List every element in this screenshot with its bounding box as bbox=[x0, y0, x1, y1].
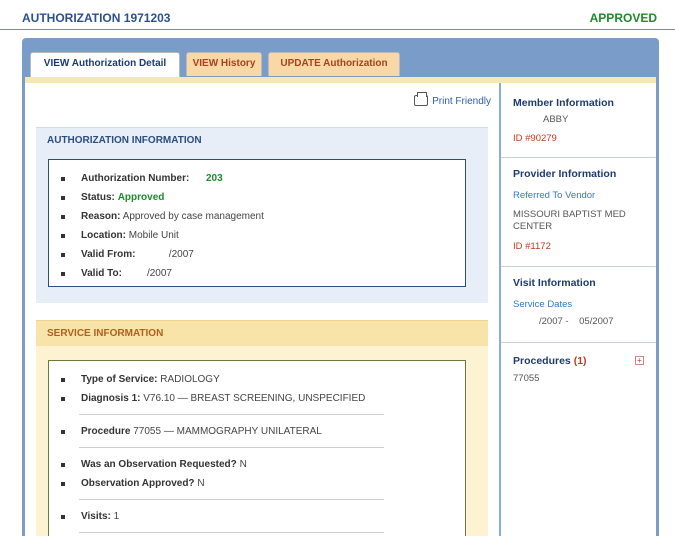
divider bbox=[79, 499, 384, 500]
service-dates-value: /2007 - 05/2007 bbox=[539, 316, 614, 327]
procedure-code: 77055 bbox=[513, 373, 540, 384]
member-id: ID #90279 bbox=[513, 133, 557, 144]
valid-to-value: /2007 bbox=[146, 268, 172, 279]
observation-approved-value: N bbox=[197, 478, 205, 489]
authorization-information-section: AUTHORIZATION INFORMATION Authorization … bbox=[36, 127, 488, 303]
main-column: Print Friendly AUTHORIZATION INFORMATION… bbox=[25, 83, 499, 536]
divider bbox=[501, 342, 656, 343]
list-item-diagnosis: Diagnosis 1: V76.10 — BREAST SCREENING, … bbox=[61, 393, 365, 404]
authorization-panel: VIEW Authorization Detail VIEW History U… bbox=[22, 38, 659, 536]
status-badge: APPROVED bbox=[589, 11, 657, 25]
tab-content: Print Friendly AUTHORIZATION INFORMATION… bbox=[25, 77, 656, 536]
tab-update-authorization[interactable]: UPDATE Authorization bbox=[268, 52, 400, 76]
valid-from-value: /2007 bbox=[168, 249, 194, 260]
sidebar: Member Information ABBY ID #90279 Provid… bbox=[499, 83, 656, 536]
divider bbox=[501, 157, 656, 158]
list-item-visits: Visits: 1 bbox=[61, 511, 119, 522]
provider-id: ID #1172 bbox=[513, 241, 551, 252]
section-title-service: SERVICE INFORMATION bbox=[36, 320, 488, 346]
provider-information-block: Provider Information Referred To Vendor … bbox=[501, 168, 656, 252]
expand-plus-icon[interactable]: + bbox=[635, 356, 644, 365]
tab-view-history[interactable]: VIEW History bbox=[186, 52, 262, 76]
type-of-service-value: RADIOLOGY bbox=[160, 374, 220, 385]
visit-information-title: Visit Information bbox=[513, 277, 596, 289]
divider bbox=[501, 266, 656, 267]
member-information-block: Member Information ABBY ID #90279 bbox=[501, 97, 656, 144]
service-details-box: Type of Service: RADIOLOGY Diagnosis 1: … bbox=[48, 360, 466, 536]
authorization-details-box: Authorization Number: 203 Status: Approv… bbox=[48, 159, 466, 287]
header-bar: AUTHORIZATION 1971203 APPROVED bbox=[0, 0, 675, 30]
referred-to-vendor-link[interactable]: Referred To Vendor bbox=[513, 190, 656, 201]
divider bbox=[79, 447, 384, 448]
list-item-valid-to: Valid To: /2007 bbox=[61, 268, 172, 279]
service-information-section: SERVICE INFORMATION Type of Service: RAD… bbox=[36, 320, 488, 536]
print-friendly-link[interactable]: Print Friendly bbox=[414, 92, 491, 107]
divider bbox=[79, 532, 384, 533]
section-title-authorization: AUTHORIZATION INFORMATION bbox=[36, 127, 488, 153]
service-dates-link[interactable]: Service Dates bbox=[513, 299, 656, 310]
member-information-title: Member Information bbox=[513, 97, 614, 109]
list-item-type-of-service: Type of Service: RADIOLOGY bbox=[61, 374, 220, 385]
list-item-auth-number: Authorization Number: 203 bbox=[61, 173, 223, 184]
observation-requested-value: N bbox=[239, 459, 247, 470]
diagnosis-value: V76.10 — BREAST SCREENING, UNSPECIFIED bbox=[143, 393, 366, 404]
member-name: ABBY bbox=[543, 114, 569, 125]
list-item-observation-requested: Was an Observation Requested? N bbox=[61, 459, 247, 470]
status-value: Approved bbox=[117, 192, 165, 203]
list-item-status: Status: Approved bbox=[61, 192, 164, 203]
list-item-valid-from: Valid From: /2007 bbox=[61, 249, 194, 260]
visit-information-block: Visit Information Service Dates /2007 - … bbox=[501, 277, 656, 327]
list-item-location: Location: Mobile Unit bbox=[61, 230, 179, 241]
divider bbox=[79, 414, 384, 415]
procedure-value: 77055 — MAMMOGRAPHY UNILATERAL bbox=[133, 426, 322, 437]
reason-value: Approved by case management bbox=[122, 211, 264, 222]
procedures-block: Procedures (1) + 77055 bbox=[501, 355, 656, 384]
list-item-observation-approved: Observation Approved? N bbox=[61, 478, 205, 489]
procedures-count: (1) bbox=[573, 355, 587, 367]
printer-icon bbox=[414, 92, 429, 106]
page-title: AUTHORIZATION 1971203 bbox=[22, 11, 171, 25]
visits-value: 1 bbox=[113, 511, 120, 522]
tab-view-authorization-detail[interactable]: VIEW Authorization Detail bbox=[30, 52, 180, 77]
auth-number-value: 203 bbox=[206, 173, 223, 184]
list-item-reason: Reason: Approved by case management bbox=[61, 211, 264, 222]
print-friendly-label: Print Friendly bbox=[432, 96, 491, 107]
provider-name: MISSOURI BAPTIST MED CENTER bbox=[513, 209, 626, 232]
provider-information-title: Provider Information bbox=[513, 168, 617, 180]
list-item-procedure: Procedure 77055 — MAMMOGRAPHY UNILATERAL bbox=[61, 426, 322, 437]
location-value: Mobile Unit bbox=[128, 230, 179, 241]
